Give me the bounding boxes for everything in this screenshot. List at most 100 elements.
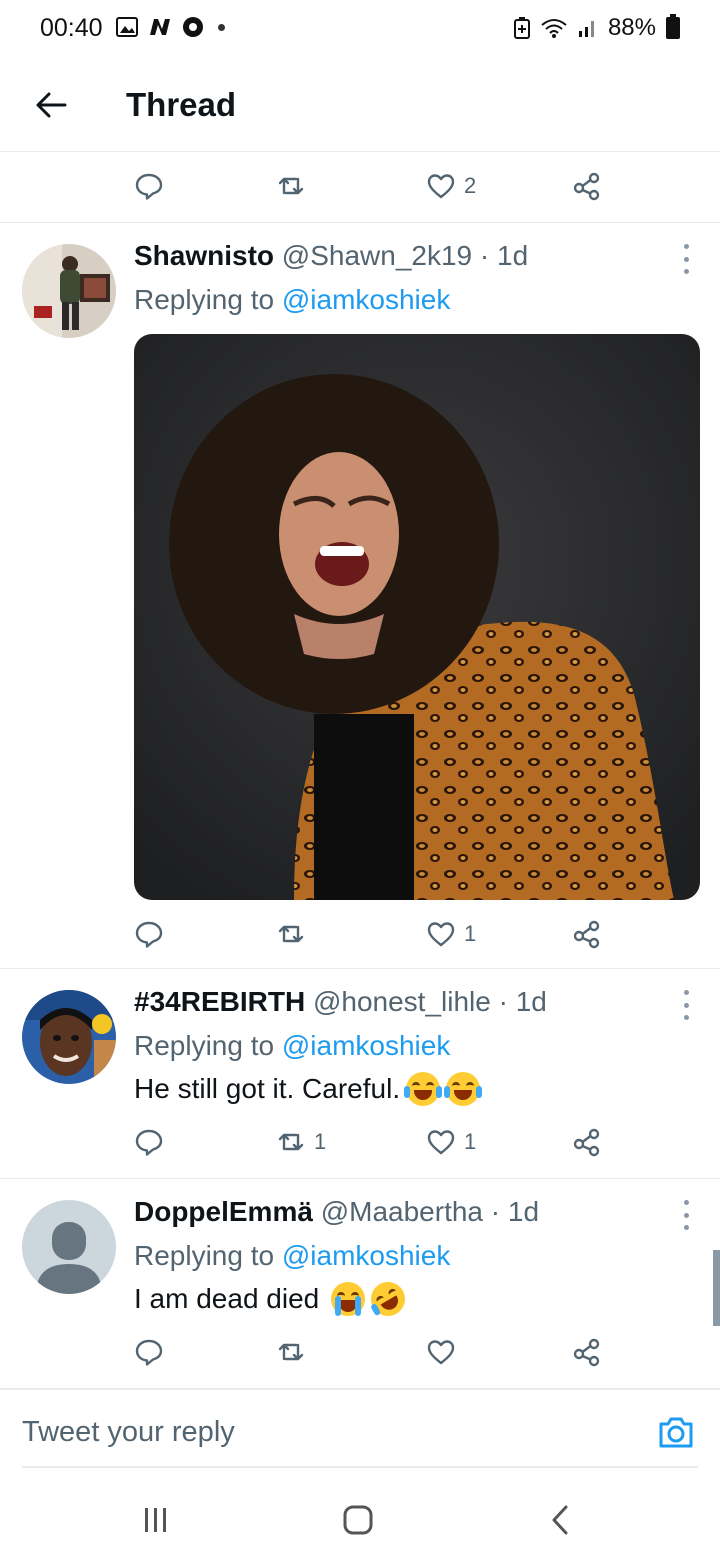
recent-apps-button[interactable]	[136, 1500, 176, 1540]
like-button[interactable]	[426, 1332, 464, 1372]
wifi-icon	[541, 19, 567, 38]
separator-dot: ·	[490, 1196, 501, 1227]
user-handle[interactable]: @Shawn_2k19	[282, 240, 472, 271]
divider	[0, 222, 720, 223]
chevron-left-icon	[552, 1505, 568, 1535]
tweet-header: Shawnisto @Shawn_2k19 · 1d	[134, 240, 528, 272]
status-bar: 00:40 88%	[0, 0, 720, 60]
tears-of-joy-emoji	[404, 1072, 443, 1106]
tears-of-joy-emoji	[444, 1072, 483, 1106]
like-button[interactable]: 2	[426, 166, 476, 206]
home-button[interactable]	[338, 1500, 378, 1540]
like-button[interactable]: 1	[426, 914, 476, 954]
battery-saver-icon	[513, 17, 530, 39]
mention-link[interactable]: @iamkoshiek	[282, 1240, 450, 1271]
tweet-actions	[134, 1332, 614, 1372]
like-button[interactable]: 1	[426, 1122, 476, 1162]
arrow-left-icon	[36, 92, 67, 118]
signal-icon	[578, 21, 594, 37]
tweet-actions-previous: 2	[134, 166, 614, 206]
heart-icon	[427, 922, 455, 947]
reply-icon	[135, 921, 163, 948]
tweet-text: I am dead died	[134, 1275, 412, 1323]
replying-to: Replying to @iamkoshiek	[134, 1030, 450, 1062]
page-title: Thread	[126, 86, 237, 123]
battery-icon	[666, 14, 680, 39]
replying-to-label: Replying to	[134, 1240, 275, 1271]
back-nav-button[interactable]	[540, 1500, 580, 1540]
scrollbar-thumb[interactable]	[713, 1250, 720, 1326]
avatar[interactable]	[22, 244, 116, 338]
replying-to-label: Replying to	[134, 1030, 275, 1061]
retweet-button[interactable]	[276, 914, 314, 954]
share-button[interactable]	[572, 166, 602, 206]
retweet-count: 1	[314, 1129, 327, 1154]
share-button[interactable]	[572, 1332, 602, 1372]
reply-button[interactable]	[134, 1122, 164, 1162]
retweet-icon	[278, 1133, 304, 1151]
composer-underline	[22, 1466, 698, 1468]
tweet-media-image[interactable]	[134, 334, 700, 900]
reply-composer	[0, 1388, 720, 1470]
display-name[interactable]: Shawnisto	[134, 240, 274, 271]
reply-icon	[135, 1129, 163, 1156]
gallery-icon	[116, 17, 138, 37]
more-options-button[interactable]	[680, 990, 692, 1020]
camera-button[interactable]	[656, 1412, 696, 1452]
tweet-time: 1d	[515, 986, 547, 1017]
tweet-actions: 1	[134, 914, 614, 954]
mention-link[interactable]: @iamkoshiek	[282, 1030, 450, 1061]
reply-button[interactable]	[134, 166, 164, 206]
retweet-icon	[278, 177, 304, 195]
replying-to-label: Replying to	[134, 284, 275, 315]
status-right-icons: 88%	[513, 14, 680, 42]
rolling-on-floor-laughing-emoji	[365, 1275, 412, 1323]
battery-percent: 88%	[607, 14, 656, 41]
share-button[interactable]	[572, 914, 602, 954]
tweet-body: He still got it. Careful.	[134, 1073, 401, 1104]
divider	[0, 1178, 720, 1179]
back-button[interactable]	[28, 82, 74, 128]
avatar[interactable]	[22, 990, 116, 1084]
avatar-default[interactable]	[22, 1200, 116, 1294]
like-count: 2	[464, 173, 477, 198]
reply-button[interactable]	[134, 1332, 164, 1372]
separator-dot: ·	[498, 986, 508, 1017]
tweet-header: #34REBIRTH @honest_lihle · 1d	[134, 986, 547, 1018]
share-icon	[573, 920, 600, 949]
share-button[interactable]	[572, 1122, 602, 1162]
tweet-time: 1d	[507, 1196, 540, 1227]
like-count: 1	[464, 1129, 477, 1154]
mention-link[interactable]: @iamkoshiek	[282, 284, 450, 315]
reply-input[interactable]	[22, 1416, 622, 1449]
display-name[interactable]: #34REBIRTH	[134, 986, 305, 1017]
user-handle[interactable]: @Maabertha	[321, 1196, 483, 1227]
loudly-crying-emoji	[331, 1282, 366, 1316]
tweet-header: DoppelEmmä @Maabertha · 1d	[134, 1196, 539, 1228]
retweet-button[interactable]	[276, 1332, 314, 1372]
share-icon	[573, 1338, 600, 1367]
user-handle[interactable]: @honest_lihle	[313, 986, 491, 1017]
share-icon	[573, 172, 600, 201]
retweet-button[interactable]: 1	[276, 1122, 326, 1162]
tweet-body: I am dead died	[134, 1283, 320, 1314]
status-time: 00:40	[40, 14, 103, 42]
home-icon	[343, 1505, 373, 1535]
more-options-button[interactable]	[680, 1200, 692, 1230]
status-left-icons	[116, 16, 225, 38]
display-name[interactable]: DoppelEmmä	[134, 1196, 313, 1227]
reply-button[interactable]	[134, 914, 164, 954]
reply-icon	[135, 173, 163, 200]
system-nav-bar	[0, 1478, 720, 1560]
retweet-icon	[278, 925, 304, 943]
camera-icon	[659, 1417, 693, 1448]
retweet-icon	[278, 1343, 304, 1361]
retweet-button[interactable]	[276, 166, 306, 206]
heart-icon	[427, 174, 455, 199]
tweet-actions: 1 1	[134, 1122, 614, 1162]
replying-to: Replying to @iamkoshiek	[134, 1240, 450, 1272]
reply-icon	[135, 1339, 163, 1366]
tweet-time: 1d	[497, 240, 529, 271]
like-count: 1	[464, 921, 477, 946]
more-options-button[interactable]	[680, 244, 692, 274]
